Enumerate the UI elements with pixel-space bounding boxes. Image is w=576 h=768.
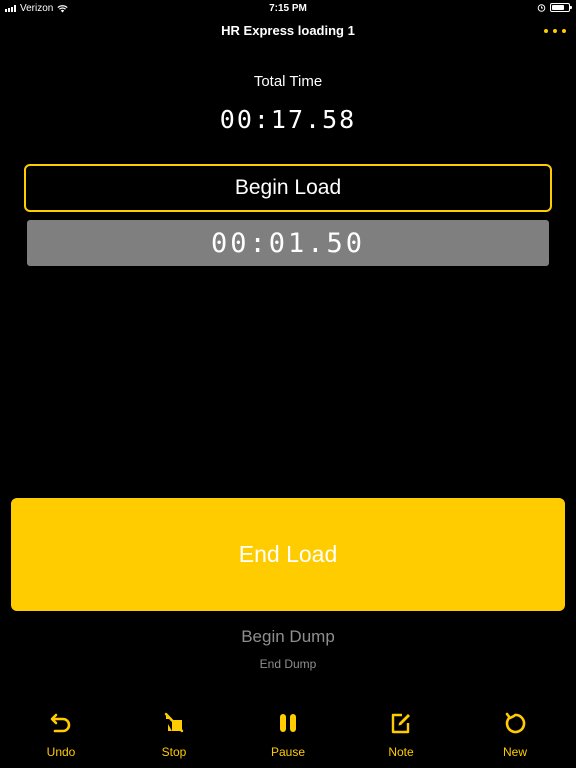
stop-label: Stop: [161, 745, 187, 759]
note-label: Note: [388, 745, 414, 759]
end-load-button[interactable]: End Load: [11, 498, 565, 611]
page-title: HR Express loading 1: [221, 23, 355, 38]
status-bar: Verizon 7:15 PM: [0, 0, 576, 16]
status-time: 7:15 PM: [269, 3, 307, 14]
battery-icon: [550, 3, 572, 12]
new-icon: [505, 712, 526, 734]
new-button[interactable]: New: [475, 710, 555, 759]
stop-button[interactable]: Stop: [134, 710, 214, 759]
split-time-value: 00:01.50: [27, 220, 549, 266]
after-step-label: End Dump: [259, 657, 317, 671]
pause-icon: [280, 714, 296, 732]
pause-label: Pause: [270, 745, 306, 759]
note-button[interactable]: Note: [361, 710, 441, 759]
ellipsis-icon: [544, 29, 548, 33]
current-step-box[interactable]: Begin Load: [24, 164, 552, 212]
more-button[interactable]: [544, 25, 566, 37]
alarm-icon: [537, 4, 546, 12]
undo-icon: [50, 713, 71, 733]
undo-label: Undo: [46, 745, 76, 759]
status-right: [537, 3, 572, 12]
total-time-value: 00:17.58: [219, 105, 357, 134]
undo-button[interactable]: Undo: [21, 710, 101, 759]
stop-icon: [164, 712, 184, 733]
note-icon: [391, 713, 410, 734]
pause-button[interactable]: Pause: [248, 710, 328, 759]
next-step-label: Begin Dump: [241, 627, 335, 646]
total-time-label: Total Time: [253, 73, 323, 90]
bottom-toolbar: Undo Stop Pause Note New: [0, 710, 576, 768]
new-label: New: [502, 745, 527, 759]
